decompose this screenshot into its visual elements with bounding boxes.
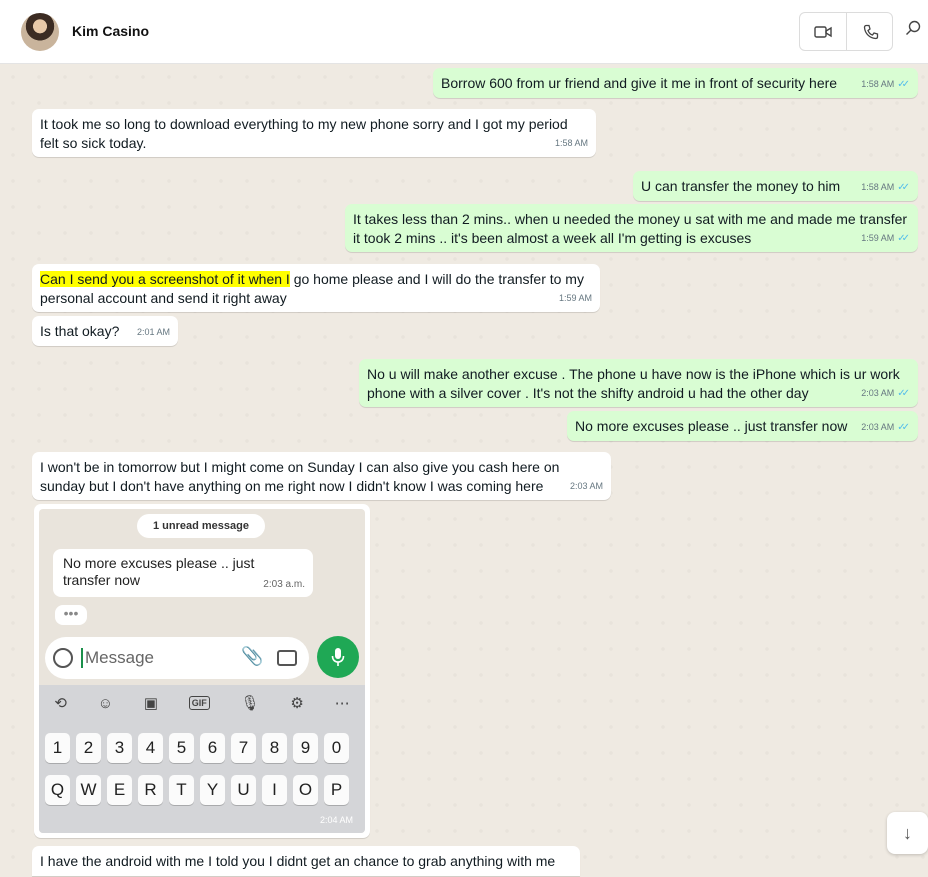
scroll-to-bottom-button[interactable]: ↓ <box>887 812 928 854</box>
message-outgoing[interactable]: No more excuses please .. just transfer … <box>567 411 918 441</box>
video-call-button[interactable] <box>800 13 847 50</box>
message-incoming[interactable]: Is that okay? 2:01 AM <box>32 316 178 346</box>
chat-area[interactable]: Borrow 600 from ur friend and give it me… <box>0 64 928 877</box>
message-time: 2:03 AM ✓✓ <box>861 418 910 437</box>
message-text-line: It took me so long to download everythin… <box>40 116 568 132</box>
gif-icon: GIF <box>188 696 210 710</box>
keyboard-key: W <box>76 775 101 805</box>
search-icon <box>906 20 921 35</box>
typing-indicator: ••• <box>55 605 87 625</box>
message-outgoing[interactable]: It takes less than 2 mins.. when u neede… <box>345 204 918 252</box>
gear-icon: ⚙ <box>290 695 304 712</box>
chat-header: Kim Casino <box>0 0 928 64</box>
screenshot-message-line: No more excuses please .. just <box>63 555 255 571</box>
image-time: 2:04 AM <box>319 815 353 825</box>
message-outgoing[interactable]: U can transfer the money to him 1:58 AM ✓… <box>633 171 918 201</box>
phone-screenshot: 1 unread message No more excuses please … <box>39 509 365 833</box>
message-outgoing[interactable]: No u will make another excuse . The phon… <box>359 359 918 407</box>
keyboard-key: R <box>138 775 163 805</box>
read-ticks-icon: ✓✓ <box>897 233 910 244</box>
keyboard-key: 9 <box>293 733 318 763</box>
keyboard-key: 0 <box>324 733 349 763</box>
keyboard-key: P <box>324 775 349 805</box>
message-text-line: sunday but I don't have anything on me r… <box>40 478 544 494</box>
keyboard-toolbar: ⟲ ☺ ▣ GIF 🎙 ⚙ ⋯ <box>39 685 365 721</box>
keyboard-key: E <box>107 775 132 805</box>
mic-icon: 🎙 <box>240 695 260 712</box>
message-incoming[interactable]: Can I send you a screenshot of it when I… <box>32 264 600 312</box>
message-time: 2:03 AM <box>569 481 603 491</box>
message-text-line: it took 2 mins .. it's been almost a wee… <box>353 230 752 246</box>
keyboard-key: 7 <box>231 733 256 763</box>
message-text: I have the android with me I told you I … <box>40 853 556 869</box>
message-text-line: No u will make another excuse . The phon… <box>367 366 900 382</box>
keyboard-key: U <box>231 775 256 805</box>
keyboard-key: O <box>293 775 318 805</box>
read-ticks-icon: ✓✓ <box>897 388 910 399</box>
message-time: 2:03 AM ✓✓ <box>861 384 910 403</box>
read-ticks-icon: ✓✓ <box>897 182 910 193</box>
message-incoming[interactable]: I won't be in tomorrow but I might come … <box>32 452 611 500</box>
sticker-icon <box>53 648 73 668</box>
keyboard-key: 2 <box>76 733 101 763</box>
message-text-line: I won't be in tomorrow but I might come … <box>40 459 560 475</box>
rotate-icon: ⟲ <box>54 695 67 712</box>
screenshot-message-placeholder: Message <box>81 648 154 668</box>
message-incoming[interactable]: It took me so long to download everythin… <box>32 109 596 157</box>
message-time: 1:59 AM ✓✓ <box>861 229 910 248</box>
search-button[interactable] <box>905 20 928 44</box>
read-ticks-icon: ✓✓ <box>897 422 910 433</box>
keyboard-key: 1 <box>45 733 70 763</box>
highlighted-text: Can I send you a screenshot of it when I <box>40 271 290 287</box>
screenshot-keyboard: ⟲ ☺ ▣ GIF 🎙 ⚙ ⋯ 1234567890 QWERTYUIOP <box>39 685 365 833</box>
message-time: 2:01 AM <box>136 327 170 337</box>
message-text-line: felt so sick today. <box>40 135 147 151</box>
message-text-line: It takes less than 2 mins.. when u neede… <box>353 211 908 227</box>
unread-banner: 1 unread message <box>137 514 265 538</box>
camera-icon <box>277 650 297 666</box>
keyboard-key: T <box>169 775 194 805</box>
message-text: go home please and I will do the transfe… <box>289 271 584 287</box>
message-time: 1:58 AM ✓✓ <box>861 75 910 94</box>
voice-call-button[interactable] <box>847 13 894 50</box>
emoji-icon: ☺ <box>97 694 114 712</box>
message-text-line: personal account and send it right away <box>40 290 287 306</box>
keyboard-key: Q <box>45 775 70 805</box>
screenshot-composer: Message 📎 <box>45 637 309 679</box>
message-text-line: phone with a silver cover . It's not the… <box>367 385 809 401</box>
keyboard-key: 6 <box>200 733 225 763</box>
message-outgoing[interactable]: Borrow 600 from ur friend and give it me… <box>433 68 918 98</box>
keyboard-key: Y <box>200 775 225 805</box>
message-time: 1:58 AM ✓✓ <box>861 178 910 197</box>
keyboard-key: 5 <box>169 733 194 763</box>
keyboard-letter-row: QWERTYUIOP <box>45 775 349 805</box>
message-incoming[interactable]: I have the android with me I told you I … <box>32 846 580 876</box>
phone-icon <box>863 24 878 39</box>
screenshot-message-time: 2:03 a.m. <box>263 579 305 590</box>
paperclip-icon: 📎 <box>241 646 264 666</box>
keyboard-key: I <box>262 775 287 805</box>
video-camera-icon <box>814 25 832 38</box>
message-time: 1:59 AM <box>558 293 592 303</box>
read-ticks-icon: ✓✓ <box>897 79 910 90</box>
call-button-group <box>799 12 893 51</box>
contact-avatar[interactable] <box>21 13 59 51</box>
keyboard-key: 3 <box>107 733 132 763</box>
contact-name[interactable]: Kim Casino <box>72 23 149 39</box>
message-time: 1:58 AM <box>554 138 588 148</box>
more-icon: ⋯ <box>334 695 350 712</box>
screenshot-message-bubble: No more excuses please .. just transfer … <box>53 549 313 597</box>
arrow-down-icon: ↓ <box>903 822 912 843</box>
message-text: Borrow 600 from ur friend and give it me… <box>441 75 838 91</box>
keyboard-number-row: 1234567890 <box>45 733 349 763</box>
keyboard-key: 8 <box>262 733 287 763</box>
keyboard-key: 4 <box>138 733 163 763</box>
message-text: No more excuses please .. just transfer … <box>575 418 848 434</box>
mic-icon <box>317 636 359 678</box>
message-image[interactable]: 1 unread message No more excuses please … <box>34 504 370 838</box>
sticker-icon: ▣ <box>143 695 158 712</box>
